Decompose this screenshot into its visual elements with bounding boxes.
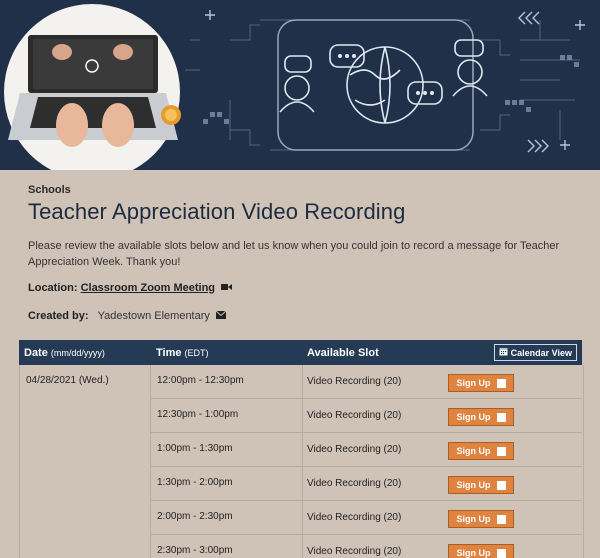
envelope-icon[interactable] (215, 310, 227, 322)
sign-up-button[interactable]: Sign Up (448, 544, 514, 558)
checkbox-icon[interactable] (496, 548, 506, 558)
calendar-view-label: Calendar View (510, 347, 572, 358)
checkbox-icon[interactable] (496, 514, 506, 524)
banner-image (0, 0, 600, 170)
slot-name: Video Recording (20) (307, 410, 402, 421)
table-row: 2:30pm - 3:00pm Video Recording (20) Sig… (151, 535, 582, 558)
table-row: 2:00pm - 2:30pm Video Recording (20) Sig… (151, 501, 582, 535)
time-value: 12:30pm - 1:00pm (157, 409, 239, 420)
category-label: Schools (28, 184, 71, 196)
date-value: 04/28/2021 (Wed.) (26, 375, 109, 386)
checkbox-icon[interactable] (496, 480, 506, 490)
slot-table: 04/28/2021 (Wed.) 12:00pm - 12:30pm Vide… (19, 365, 584, 558)
sign-up-button[interactable]: Sign Up (448, 510, 514, 528)
checkbox-icon[interactable] (496, 412, 506, 422)
table-row: 1:30pm - 2:00pm Video Recording (20) Sig… (151, 467, 582, 501)
time-value: 12:00pm - 12:30pm (157, 375, 244, 386)
video-camera-icon (221, 282, 233, 294)
page-title: Teacher Appreciation Video Recording (28, 199, 406, 224)
time-value: 2:00pm - 2:30pm (157, 511, 233, 522)
col-time: Time (EDT) (156, 347, 209, 359)
calendar-icon (499, 347, 508, 358)
calendar-view-button[interactable]: Calendar View (493, 344, 577, 361)
location-link[interactable]: Classroom Zoom Meeting (81, 282, 215, 294)
time-value: 2:30pm - 3:00pm (157, 545, 233, 556)
sign-up-button[interactable]: Sign Up (448, 408, 514, 426)
slot-name: Video Recording (20) (307, 512, 402, 523)
col-available-slot: Available Slot (307, 347, 379, 359)
slot-name: Video Recording (20) (307, 444, 402, 455)
table-header: Date (mm/dd/yyyy) Time (EDT) Available S… (19, 340, 582, 365)
created-by-label: Created by: (28, 310, 89, 322)
created-by-row: Created by: Yadestown Elementary (28, 310, 227, 322)
table-row: 12:00pm - 12:30pm Video Recording (20) S… (151, 365, 582, 399)
checkbox-icon[interactable] (496, 446, 506, 456)
location-row: Location: Classroom Zoom Meeting (28, 282, 233, 294)
table-row: 1:00pm - 1:30pm Video Recording (20) Sig… (151, 433, 582, 467)
page-description: Please review the available slots below … (28, 240, 560, 268)
col-date: Date (mm/dd/yyyy) (24, 347, 105, 359)
sign-up-button[interactable]: Sign Up (448, 476, 514, 494)
slot-name: Video Recording (20) (307, 546, 402, 557)
time-value: 1:00pm - 1:30pm (157, 443, 233, 454)
slot-name: Video Recording (20) (307, 478, 402, 489)
signup-page: Schools Teacher Appreciation Video Recor… (0, 0, 600, 558)
checkbox-icon[interactable] (496, 378, 506, 388)
slot-name: Video Recording (20) (307, 376, 402, 387)
sign-up-button[interactable]: Sign Up (448, 374, 514, 392)
created-by-value: Yadestown Elementary (97, 310, 210, 322)
date-cell: 04/28/2021 (Wed.) (20, 365, 151, 558)
table-row: 12:30pm - 1:00pm Video Recording (20) Si… (151, 399, 582, 433)
sign-up-button[interactable]: Sign Up (448, 442, 514, 460)
time-value: 1:30pm - 2:00pm (157, 477, 233, 488)
location-label: Location: (28, 282, 78, 294)
